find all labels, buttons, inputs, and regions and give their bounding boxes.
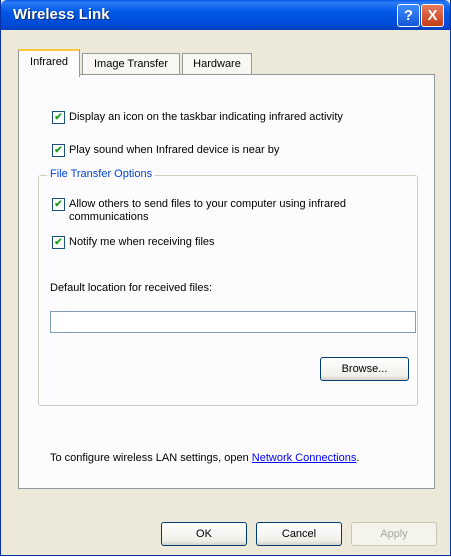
- tab-hardware[interactable]: Hardware: [182, 53, 252, 75]
- help-button[interactable]: ?: [397, 4, 420, 27]
- allow-others-checkbox[interactable]: ✔: [52, 198, 65, 211]
- browse-button-label: Browse...: [341, 363, 388, 375]
- display-icon-checkbox[interactable]: ✔: [52, 111, 65, 124]
- group-title: File Transfer Options: [47, 168, 156, 180]
- tab-label: Hardware: [193, 58, 241, 70]
- display-icon-option[interactable]: ✔ Display an icon on the taskbar indicat…: [52, 111, 343, 124]
- check-icon: ✔: [54, 112, 63, 123]
- play-sound-label: Play sound when Infrared device is near …: [69, 144, 280, 156]
- cancel-button[interactable]: Cancel: [256, 522, 342, 546]
- apply-button[interactable]: Apply: [351, 522, 437, 546]
- cancel-button-label: Cancel: [281, 528, 317, 540]
- close-button[interactable]: X: [421, 4, 444, 27]
- display-icon-label: Display an icon on the taskbar indicatin…: [69, 111, 343, 123]
- apply-button-label: Apply: [380, 528, 408, 540]
- help-icon: ?: [403, 7, 414, 24]
- play-sound-option[interactable]: ✔ Play sound when Infrared device is nea…: [52, 144, 279, 157]
- notify-label: Notify me when receiving files: [69, 236, 215, 248]
- play-sound-checkbox[interactable]: ✔: [52, 144, 65, 157]
- network-settings-hint: To configure wireless LAN settings, open…: [50, 452, 359, 464]
- allow-others-label: Allow others to send files to your compu…: [69, 198, 346, 224]
- tab-label: Infrared: [30, 56, 68, 68]
- wireless-link-dialog: Wireless Link ? X Infrared Image Transfe…: [0, 0, 451, 556]
- title-bar[interactable]: Wireless Link ? X: [1, 0, 450, 30]
- tab-image-transfer[interactable]: Image Transfer: [82, 53, 180, 75]
- check-icon: ✔: [54, 145, 63, 156]
- default-location-field[interactable]: [50, 311, 416, 333]
- window-title: Wireless Link: [13, 6, 110, 23]
- allow-others-label-line2: communications: [69, 211, 149, 223]
- check-icon: ✔: [54, 199, 63, 210]
- hint-text: To configure wireless LAN settings, open: [50, 452, 252, 464]
- tab-infrared[interactable]: Infrared: [18, 49, 80, 77]
- close-icon: X: [427, 7, 438, 24]
- allow-others-label-line1: Allow others to send files to your compu…: [69, 198, 346, 210]
- ok-button[interactable]: OK: [161, 522, 247, 546]
- default-location-label: Default location for received files:: [50, 282, 213, 294]
- ok-button-label: OK: [196, 528, 212, 540]
- hint-period: .: [356, 452, 360, 464]
- browse-button[interactable]: Browse...: [320, 357, 409, 381]
- network-connections-link[interactable]: Network Connections: [252, 452, 357, 464]
- allow-others-option[interactable]: ✔ Allow others to send files to your com…: [52, 198, 346, 224]
- check-icon: ✔: [54, 237, 63, 248]
- tab-label: Image Transfer: [94, 58, 168, 70]
- notify-checkbox[interactable]: ✔: [52, 236, 65, 249]
- notify-option[interactable]: ✔ Notify me when receiving files: [52, 236, 215, 249]
